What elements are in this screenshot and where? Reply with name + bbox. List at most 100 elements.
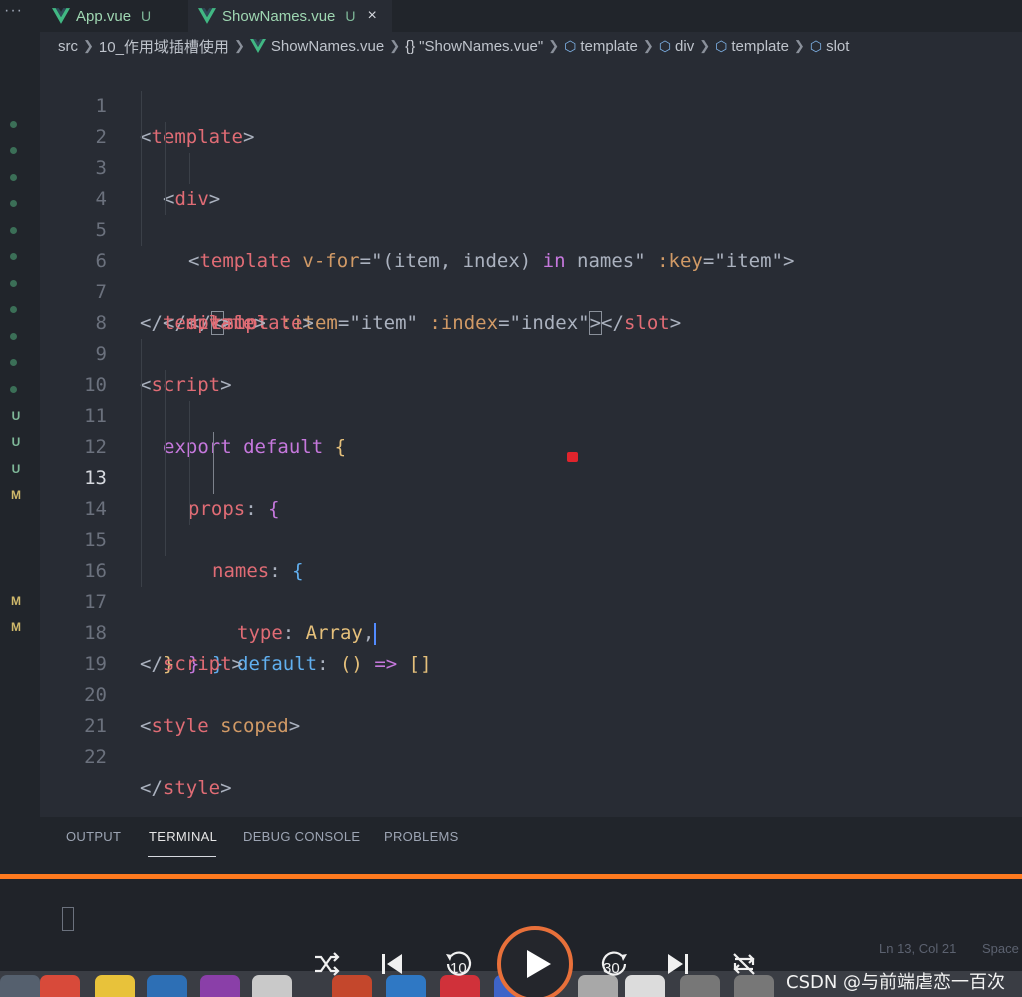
tab-output[interactable]: OUTPUT <box>66 829 121 844</box>
cube-icon: ⬡ <box>715 37 728 54</box>
onenote-icon[interactable] <box>200 975 240 997</box>
tab-shownames-vue[interactable]: ShowNames.vue U × <box>188 0 392 32</box>
chevron-right-icon: ❯ <box>233 38 245 53</box>
indent-guide <box>213 432 214 463</box>
active-tab-indicator <box>148 856 216 857</box>
code-line: 6 </div> <box>40 215 1022 334</box>
indent-guide <box>141 556 142 587</box>
chrome-icon[interactable] <box>40 975 80 997</box>
close-icon[interactable]: × <box>368 7 377 25</box>
git-untracked-marker: U <box>11 435 21 449</box>
breadcrumb: src ❯ 10_作用域插槽使用 ❯ ShowNames.vue ❯ {} "S… <box>40 32 1022 60</box>
chevron-right-icon: ❯ <box>389 38 401 53</box>
code-line: 18 </script> <box>40 587 1022 675</box>
chevron-right-icon: ❯ <box>83 38 94 53</box>
tab-app-vue[interactable]: App.vue U <box>42 0 188 32</box>
cube-icon: ⬡ <box>658 37 672 54</box>
indent-guide <box>213 463 214 494</box>
tab-status: U <box>345 8 356 24</box>
code-line: 17 } <box>40 556 1022 675</box>
git-modified-marker: M <box>11 620 21 634</box>
indent-guide <box>189 494 190 525</box>
app-icon[interactable] <box>680 975 720 997</box>
git-dot <box>10 174 17 181</box>
code-line: 12 names: { <box>40 401 1022 582</box>
tab-label: App.vue <box>76 7 132 25</box>
code-line: 4 <slot :item="item" :index="index"></sl… <box>40 153 1022 335</box>
indent-guide <box>165 153 166 184</box>
app-icon[interactable] <box>386 975 426 997</box>
tab-terminal[interactable]: TERMINAL <box>149 829 217 844</box>
code-line: 2 <div> <box>40 91 1022 210</box>
indent-guide <box>165 370 166 401</box>
git-dot <box>10 359 17 366</box>
breadcrumb-item[interactable]: div <box>675 38 694 55</box>
git-dot <box>10 333 17 340</box>
git-dot <box>10 147 17 154</box>
code-token: style <box>162 777 221 799</box>
vscode-icon[interactable] <box>147 975 187 997</box>
indent-guide <box>189 153 190 184</box>
breadcrumb-item[interactable]: ShowNames.vue <box>271 38 384 55</box>
typora-icon[interactable] <box>252 975 292 997</box>
next-icon[interactable] <box>665 951 691 977</box>
tab-debug-console[interactable]: DEBUG CONSOLE <box>243 829 360 844</box>
indent-guide <box>165 463 166 494</box>
indent-guide <box>141 184 142 215</box>
breadcrumb-item[interactable]: 10_作用域插槽使用 <box>99 36 229 57</box>
app-icon[interactable] <box>625 975 665 997</box>
code-line: 21 <box>40 680 1022 737</box>
git-dot <box>10 386 17 393</box>
powerpoint-icon[interactable] <box>332 975 372 997</box>
code-line: 13 type: Array, <box>40 432 1022 645</box>
code-line: 16 } <box>40 525 1022 675</box>
breadcrumb-item[interactable]: src <box>58 38 78 55</box>
cursor-position[interactable]: Ln 13, Col 21 <box>879 941 956 956</box>
forward-seconds: 30 <box>603 960 620 977</box>
more-tabs-icon[interactable]: ··· <box>4 2 23 20</box>
notes-icon[interactable] <box>95 975 135 997</box>
repeat-icon[interactable] <box>729 949 759 979</box>
tab-label: ShowNames.vue <box>222 7 336 25</box>
line-code: </style> <box>140 773 232 804</box>
code-line: 8 <box>40 277 1022 334</box>
app-icon[interactable] <box>0 975 40 997</box>
git-dot <box>10 200 17 207</box>
shuffle-icon[interactable] <box>313 951 341 977</box>
breadcrumb-item[interactable]: template <box>731 38 789 55</box>
vue-icon <box>198 8 216 24</box>
play-button[interactable] <box>497 926 573 997</box>
indent-guide <box>141 401 142 432</box>
code-line: 14 default: () => [] <box>40 463 1022 675</box>
tab-problems[interactable]: PROBLEMS <box>384 829 459 844</box>
cube-icon: ⬡ <box>809 37 823 54</box>
code-line: 1 <template> <box>40 60 1022 148</box>
indent-guide <box>141 494 142 525</box>
indent-guide <box>141 122 142 153</box>
previous-icon[interactable] <box>379 951 405 977</box>
indentation-setting[interactable]: Space <box>982 941 1019 956</box>
code-editor[interactable]: 1 <template> 2 <div> 3 <template v-for="… <box>40 60 1022 817</box>
recording-indicator <box>567 452 578 462</box>
chevron-right-icon: ❯ <box>548 38 560 53</box>
code-line: 11 props: { <box>40 370 1022 520</box>
indent-guide <box>141 91 142 122</box>
chevron-right-icon: ❯ <box>642 38 654 53</box>
vue-icon <box>52 8 70 24</box>
rewind-seconds: 10 <box>450 960 467 977</box>
breadcrumb-item[interactable]: slot <box>826 38 849 55</box>
indent-guide <box>189 432 190 463</box>
code-line: 22 </style> <box>40 711 1022 799</box>
code-line: 20 <style scoped> <box>40 649 1022 737</box>
breadcrumb-item[interactable]: "ShowNames.vue" <box>419 38 543 55</box>
indent-guide <box>141 432 142 463</box>
git-dot <box>10 306 17 313</box>
git-dot <box>10 227 17 234</box>
cube-icon: ⬡ <box>564 37 577 54</box>
indent-guide <box>141 215 142 246</box>
breadcrumb-item[interactable]: template <box>580 38 638 55</box>
code-token: > <box>220 777 232 799</box>
git-modified-marker: M <box>11 488 21 502</box>
chevron-right-icon: ❯ <box>699 38 711 53</box>
terminal-cursor <box>62 907 74 931</box>
